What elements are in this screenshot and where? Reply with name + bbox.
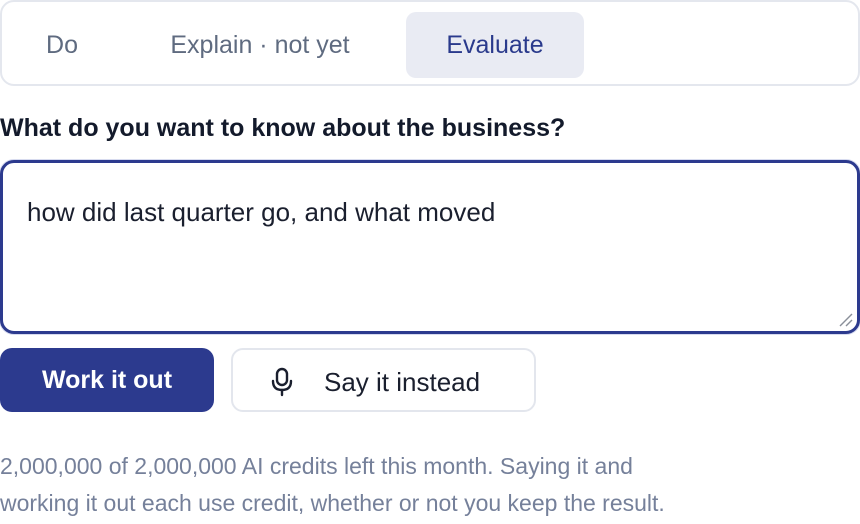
- tab-evaluate-label: Evaluate: [446, 30, 544, 59]
- tab-explain-label: Explain · not yet: [170, 30, 350, 59]
- question-text-value: how did last quarter go, and what moved: [27, 197, 496, 227]
- tab-do-label: Do: [46, 30, 78, 59]
- work-it-out-label: Work it out: [41, 365, 173, 394]
- credits-note: 2,000,000 of 2,000,000 AI credits left t…: [0, 448, 860, 522]
- resize-handle-icon[interactable]: [837, 311, 853, 327]
- question-label: What do you want to know about the busin…: [0, 114, 566, 142]
- ask-panel: Do Explain · not yet Evaluate What do yo…: [0, 0, 860, 524]
- question-textarea[interactable]: how did last quarter go, and what moved: [0, 160, 860, 334]
- credits-note-line-2: working it out each use credit, whether …: [0, 490, 665, 516]
- say-it-instead-button[interactable]: Say it instead: [231, 348, 536, 412]
- microphone-icon: [271, 367, 293, 397]
- tab-explain[interactable]: Explain · not yet: [132, 12, 388, 78]
- mode-tabs: Do Explain · not yet Evaluate: [0, 0, 860, 86]
- work-it-out-button[interactable]: Work it out: [0, 348, 214, 412]
- credits-note-line-1: 2,000,000 of 2,000,000 AI credits left t…: [0, 453, 633, 479]
- say-it-instead-label: Say it instead: [324, 367, 481, 397]
- tab-evaluate[interactable]: Evaluate: [406, 12, 584, 78]
- tab-do[interactable]: Do: [22, 12, 102, 78]
